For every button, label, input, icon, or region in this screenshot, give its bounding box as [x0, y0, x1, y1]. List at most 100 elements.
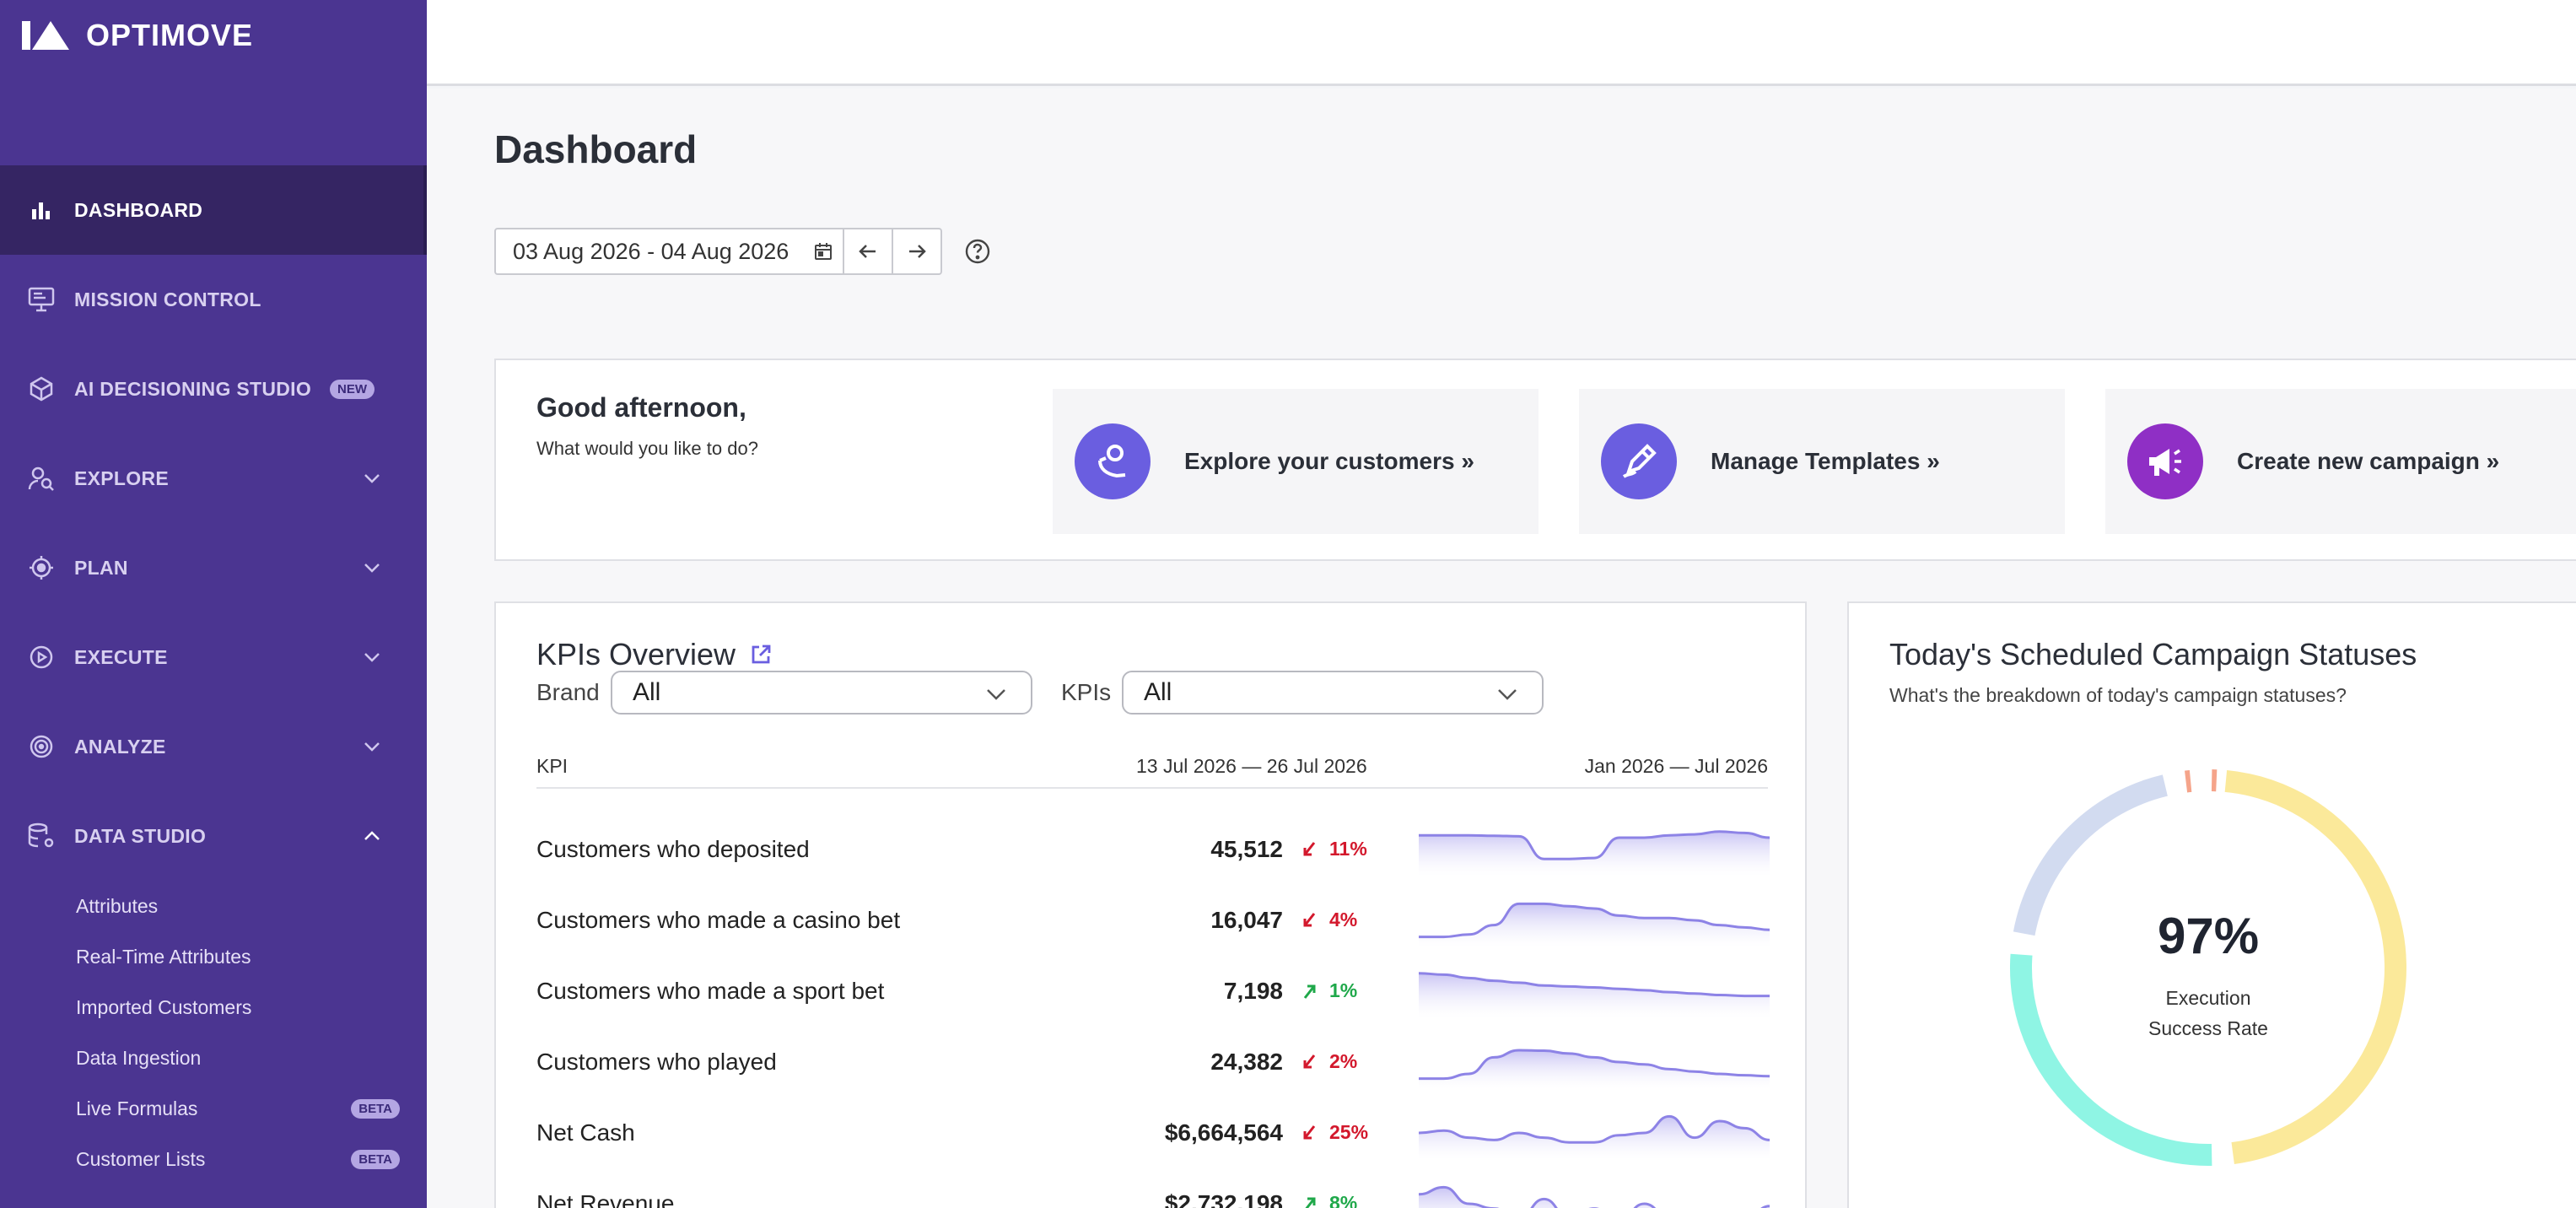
submenu-item-imported-customers[interactable]: Imported Customers — [0, 982, 427, 1033]
col-trend: Jan 2026 — Jul 2026 — [1584, 755, 1768, 777]
kpi-row[interactable]: Net Cash $6,664,564 25% — [536, 1097, 1770, 1168]
kpi-row[interactable]: Customers who deposited 45,512 11% — [536, 814, 1770, 885]
arrow-left-icon — [859, 245, 876, 258]
kpi-value: $6,664,564 — [1164, 1119, 1283, 1146]
logo[interactable]: OPTIMOVE — [0, 0, 427, 71]
next-period-button[interactable] — [892, 229, 940, 273]
sidebar-item-label: AI DECISIONING STUDIO — [74, 377, 312, 400]
donut-segment[interactable] — [2185, 770, 2192, 793]
greeting: Good afternoon, — [536, 392, 746, 423]
sidebar-item-dashboard[interactable]: DASHBOARD — [0, 165, 427, 255]
submenu-item-attributes[interactable]: Attributes — [0, 881, 427, 931]
sidebar-item-label: EXECUTE — [74, 645, 168, 668]
status-donut-chart — [2010, 769, 2406, 1166]
submenu-item-data-ingestion[interactable]: Data Ingestion — [0, 1033, 427, 1083]
kpi-value: 16,047 — [1210, 907, 1283, 933]
kpi-row[interactable]: Customers who played 24,382 2% — [536, 1027, 1770, 1097]
kpi-value: 24,382 — [1210, 1049, 1283, 1075]
sidebar-item-mission-control[interactable]: MISSION CONTROL — [0, 255, 427, 344]
data-studio-submenu: Attributes Real-Time Attributes Imported… — [0, 881, 427, 1184]
arrow-down-icon — [1303, 913, 1316, 927]
help-icon[interactable] — [963, 237, 992, 266]
kpi-row[interactable]: Net Revenue $2,732,198 8% — [536, 1168, 1770, 1208]
action-label: Explore your customers » — [1184, 448, 1474, 474]
submenu-item-label: Data Ingestion — [76, 1046, 202, 1069]
success-rate-label-line1: Execution — [2165, 987, 2251, 1009]
kpi-name: Customers who played — [536, 1049, 777, 1075]
kpi-row[interactable]: Customers who made a casino bet 16,047 4% — [536, 885, 1770, 956]
kpi-sparkline — [1419, 1114, 1770, 1160]
brand-select[interactable]: All — [611, 671, 1032, 715]
kpi-change: 8% — [1329, 1192, 1358, 1208]
prev-period-button[interactable] — [843, 229, 892, 273]
success-rate-label-line2: Success Rate — [2148, 1017, 2268, 1039]
kpi-value: 45,512 — [1210, 836, 1283, 862]
kpi-value: $2,732,198 — [1164, 1190, 1283, 1208]
kpis-select-value: All — [1144, 678, 1172, 706]
kpi-change: 4% — [1329, 909, 1358, 930]
kpi-overview-card: KPIs Overview Brand All KPIs All KPI 13 … — [494, 601, 1807, 1208]
date-range-picker: 03 Aug 2026 - 04 Aug 2026 — [494, 228, 943, 275]
sidebar-item-explore[interactable]: EXPLORE — [0, 434, 427, 523]
monitor-icon — [27, 285, 56, 314]
new-badge: NEW — [330, 379, 375, 399]
person-chat-icon — [1075, 423, 1151, 499]
sidebar-item-ai-decisioning-studio[interactable]: AI DECISIONING STUDIO NEW — [0, 344, 427, 434]
success-rate-label: Execution Success Rate — [2006, 983, 2411, 1044]
kpi-sparkline — [1419, 1185, 1770, 1208]
sidebar-item-label: MISSION CONTROL — [74, 288, 261, 310]
chevron-up-icon[interactable] — [361, 825, 383, 847]
explore-customers-action[interactable]: Explore your customers » — [1053, 389, 1539, 534]
kpi-sparkline — [1419, 1049, 1770, 1089]
donut-segment[interactable] — [2224, 770, 2406, 1164]
kpi-row[interactable]: Customers who made a sport bet 7,198 1% — [536, 956, 1770, 1027]
brand-select-value: All — [633, 678, 661, 706]
submenu-item-real-time-attributes[interactable]: Real-Time Attributes — [0, 931, 427, 982]
arrow-down-icon — [1303, 1125, 1316, 1140]
kpi-sparkline — [1419, 902, 1770, 947]
kpi-overview-title-text: KPIs Overview — [536, 637, 736, 671]
chevron-down-icon[interactable] — [361, 646, 383, 668]
submenu-item-customer-lists[interactable]: Customer Lists BETA — [0, 1134, 427, 1184]
kpi-name: Net Cash — [536, 1119, 635, 1146]
sidebar-item-label: EXPLORE — [74, 466, 170, 489]
main-content: Dashboard 03 Aug 2026 - 04 Aug 2026 Good… — [427, 89, 2576, 1208]
date-range-input[interactable]: 03 Aug 2026 - 04 Aug 2026 — [496, 229, 804, 273]
arrow-down-icon — [1303, 1054, 1316, 1069]
brand-filter-label: Brand — [536, 679, 600, 705]
kpis-select[interactable]: All — [1122, 671, 1544, 715]
user-search-icon — [27, 464, 56, 493]
chevron-down-icon[interactable] — [361, 467, 383, 489]
sidebar-item-data-studio[interactable]: DATA STUDIO — [0, 791, 427, 881]
manage-templates-action[interactable]: Manage Templates » — [1579, 389, 2065, 534]
status-subtitle: What's the breakdown of today's campaign… — [1889, 684, 2347, 706]
calendar-icon[interactable] — [804, 229, 843, 273]
sidebar-item-label: DASHBOARD — [74, 198, 203, 221]
status-title: Today's Scheduled Campaign Statuses — [1889, 637, 2417, 671]
kpi-change: 1% — [1329, 979, 1358, 1001]
megaphone-icon — [2127, 423, 2203, 499]
col-period: 13 Jul 2026 — 26 Jul 2026 — [1136, 755, 1367, 777]
submenu-item-live-formulas[interactable]: Live Formulas BETA — [0, 1083, 427, 1134]
bar-chart-icon — [27, 196, 56, 224]
optimove-logo-icon — [22, 21, 69, 50]
sidebar: OPTIMOVE DASHBOARD MISSION CONTROL AI DE… — [0, 0, 427, 1208]
beta-badge: BETA — [351, 1098, 400, 1119]
external-link-icon[interactable] — [749, 643, 773, 666]
sidebar-nav: DASHBOARD MISSION CONTROL AI DECISIONING… — [0, 165, 427, 881]
kpi-table-header: KPI 13 Jul 2026 — 26 Jul 2026 Jan 2026 —… — [536, 745, 1768, 789]
greeting-subtitle: What would you like to do? — [536, 438, 758, 459]
sidebar-item-analyze[interactable]: ANALYZE — [0, 702, 427, 791]
submenu-item-label: Imported Customers — [76, 995, 252, 1018]
create-campaign-action[interactable]: Create new campaign » — [2105, 389, 2576, 534]
success-rate-value: 97% — [2157, 908, 2260, 964]
sidebar-item-plan[interactable]: PLAN — [0, 523, 427, 612]
sidebar-item-execute[interactable]: EXECUTE — [0, 612, 427, 702]
chevron-down-icon[interactable] — [361, 736, 383, 758]
pencil-edit-icon — [1601, 423, 1677, 499]
chevron-down-icon[interactable] — [361, 557, 383, 579]
kpi-name: Customers who made a sport bet — [536, 978, 885, 1004]
top-bar — [427, 0, 2576, 86]
submenu-item-label: Customer Lists — [76, 1147, 206, 1170]
submenu-item-label: Attributes — [76, 894, 159, 917]
